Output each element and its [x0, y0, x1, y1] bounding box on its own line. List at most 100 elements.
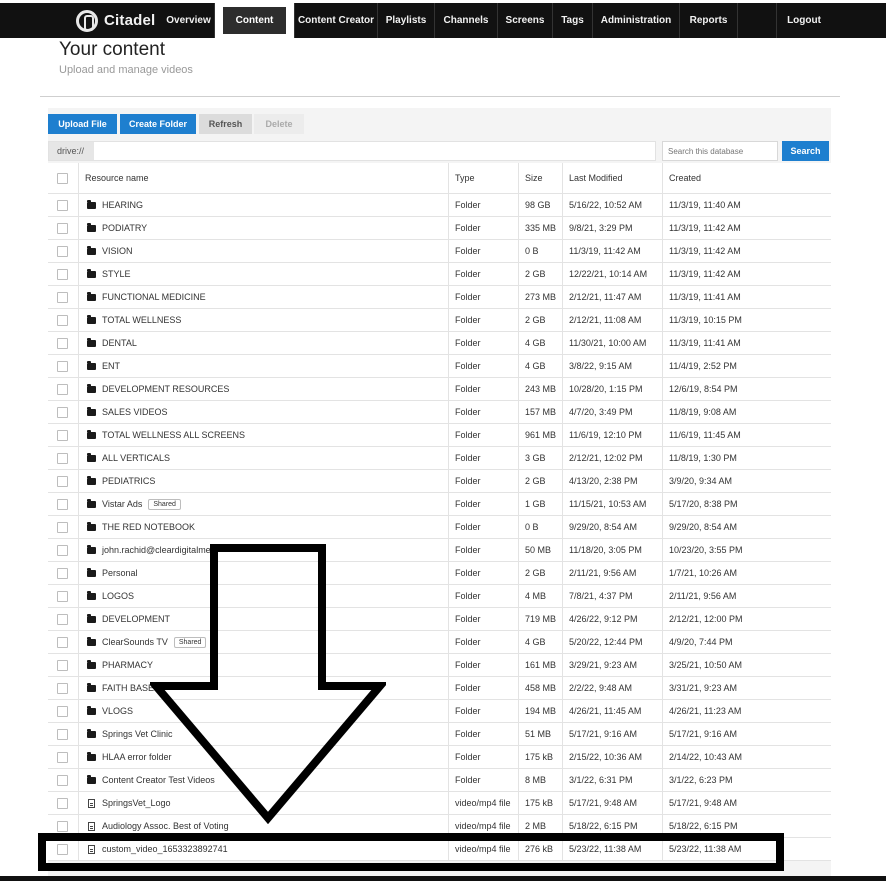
resource-name-cell[interactable]: ENT	[78, 355, 448, 377]
table-row[interactable]: SALES VIDEOS Folder 157 MB 4/7/20, 3:49 PM 1…	[48, 401, 831, 424]
table-row[interactable]: ALL VERTICALS Folder 3 GB 2/12/21, 12:02 PM…	[48, 447, 831, 470]
column-header-size[interactable]: Size	[518, 163, 563, 193]
table-row[interactable]: VISION Folder 0 B 11/3/19, 11:42 AM 11/3/19,…	[48, 240, 831, 263]
row-checkbox[interactable]	[56, 268, 68, 280]
row-checkbox[interactable]	[56, 659, 68, 671]
resource-name-cell[interactable]: DENTAL	[78, 332, 448, 354]
resource-name[interactable]: VISION	[102, 246, 133, 256]
nav-content-creator[interactable]: Content Creator	[295, 3, 378, 38]
table-row[interactable]: STYLE Folder 2 GB 12/22/21, 10:14 AM 11/3/19…	[48, 263, 831, 286]
row-checkbox[interactable]	[56, 314, 68, 326]
row-checkbox[interactable]	[56, 452, 68, 464]
resource-name[interactable]: ALL VERTICALS	[102, 453, 170, 463]
nav-tags[interactable]: Tags	[553, 3, 593, 38]
row-checkbox[interactable]	[56, 544, 68, 556]
table-row[interactable]: PODIATRY Folder 335 MB 9/8/21, 3:29 PM 11/3/…	[48, 217, 831, 240]
resource-name[interactable]: PODIATRY	[102, 223, 147, 233]
resource-name[interactable]: HEARING	[102, 200, 143, 210]
resource-name[interactable]: ENT	[102, 361, 120, 371]
resource-name[interactable]: DENTAL	[102, 338, 137, 348]
resource-name-cell[interactable]: FUNCTIONAL MEDICINE	[78, 286, 448, 308]
search-button[interactable]: Search	[782, 141, 829, 161]
nav-channels[interactable]: Channels	[435, 3, 498, 38]
row-checkbox[interactable]	[56, 590, 68, 602]
column-header-name[interactable]: Resource name	[78, 163, 448, 193]
create-folder-button[interactable]: Create Folder	[120, 114, 196, 134]
nav-screens[interactable]: Screens	[498, 3, 553, 38]
resource-name-cell[interactable]: TOTAL WELLNESS	[78, 309, 448, 331]
table-row[interactable]: TOTAL WELLNESS ALL SCREENS Folder 961 MB 11…	[48, 424, 831, 447]
column-header-type[interactable]: Type	[448, 163, 518, 193]
resource-name[interactable]: STYLE	[102, 269, 131, 279]
row-checkbox[interactable]	[56, 636, 68, 648]
table-row[interactable]: Vistar Ads Shared Folder 1 GB 11/15/21, 10:5…	[48, 493, 831, 516]
resource-name-cell[interactable]: VISION	[78, 240, 448, 262]
nav-content[interactable]: Content	[215, 3, 295, 38]
nav-overview[interactable]: Overview	[163, 3, 215, 38]
select-all-checkbox[interactable]	[56, 172, 68, 184]
resource-name[interactable]: PEDIATRICS	[102, 476, 155, 486]
resource-name[interactable]: VLOGS	[102, 706, 133, 716]
table-row[interactable]: DENTAL Folder 4 GB 11/30/21, 10:00 AM 11/3/1…	[48, 332, 831, 355]
resource-name-cell[interactable]: DEVELOPMENT RESOURCES	[78, 378, 448, 400]
row-checkbox[interactable]	[56, 337, 68, 349]
row-checkbox[interactable]	[56, 406, 68, 418]
row-checkbox[interactable]	[56, 705, 68, 717]
resource-name[interactable]: TOTAL WELLNESS ALL SCREENS	[102, 430, 245, 440]
table-row[interactable]: PEDIATRICS Folder 2 GB 4/13/20, 2:38 PM 3/9/…	[48, 470, 831, 493]
search-input[interactable]	[662, 141, 778, 161]
column-header-created[interactable]: Created	[662, 163, 831, 193]
row-checkbox[interactable]	[56, 682, 68, 694]
refresh-button[interactable]: Refresh	[199, 114, 252, 134]
row-checkbox[interactable]	[56, 751, 68, 763]
resource-name[interactable]: DEVELOPMENT RESOURCES	[102, 384, 229, 394]
resource-name[interactable]: SALES VIDEOS	[102, 407, 168, 417]
path-bar[interactable]: drive://	[48, 141, 656, 161]
resource-name[interactable]: Vistar Ads	[102, 499, 142, 509]
nav-playlists[interactable]: Playlists	[378, 3, 435, 38]
table-row[interactable]: FUNCTIONAL MEDICINE Folder 273 MB 2/12/21, …	[48, 286, 831, 309]
row-checkbox[interactable]	[56, 245, 68, 257]
upload-file-button[interactable]: Upload File	[48, 114, 117, 134]
row-checkbox[interactable]	[56, 521, 68, 533]
resource-name-cell[interactable]: TOTAL WELLNESS ALL SCREENS	[78, 424, 448, 446]
row-checkbox[interactable]	[56, 222, 68, 234]
row-checkbox[interactable]	[56, 567, 68, 579]
column-header-modified[interactable]: Last Modified	[562, 163, 662, 193]
row-checkbox[interactable]	[56, 613, 68, 625]
resource-name-cell[interactable]: STYLE	[78, 263, 448, 285]
resource-name[interactable]: FUNCTIONAL MEDICINE	[102, 292, 206, 302]
resource-name-cell[interactable]: PEDIATRICS	[78, 470, 448, 492]
row-checkbox[interactable]	[56, 199, 68, 211]
row-checkbox[interactable]	[56, 475, 68, 487]
resource-name[interactable]: Personal	[102, 568, 138, 578]
row-checkbox[interactable]	[56, 383, 68, 395]
row-checkbox[interactable]	[56, 360, 68, 372]
resource-name[interactable]: PHARMACY	[102, 660, 153, 670]
row-checkbox[interactable]	[56, 429, 68, 441]
table-row[interactable]: ENT Folder 4 GB 3/8/22, 9:15 AM 11/4/19, 2:5…	[48, 355, 831, 378]
table-row[interactable]: THE RED NOTEBOOK Folder 0 B 9/29/20, 8:54 A…	[48, 516, 831, 539]
row-checkbox[interactable]	[56, 820, 68, 832]
row-checkbox[interactable]	[56, 291, 68, 303]
row-checkbox[interactable]	[56, 797, 68, 809]
nav-reports[interactable]: Reports	[680, 3, 738, 38]
row-checkbox[interactable]	[56, 774, 68, 786]
table-row[interactable]: HEARING Folder 98 GB 5/16/22, 10:52 AM 11/3/…	[48, 194, 831, 217]
resource-name-cell[interactable]: SALES VIDEOS	[78, 401, 448, 423]
resource-name-cell[interactable]: HEARING	[78, 194, 448, 216]
table-row[interactable]: DEVELOPMENT RESOURCES Folder 243 MB 10/28/2…	[48, 378, 831, 401]
resource-name[interactable]: THE RED NOTEBOOK	[102, 522, 195, 532]
resource-name-cell[interactable]: THE RED NOTEBOOK	[78, 516, 448, 538]
table-row[interactable]: TOTAL WELLNESS Folder 2 GB 2/12/21, 11:08 A…	[48, 309, 831, 332]
nav-administration[interactable]: Administration	[593, 3, 680, 38]
resource-name-cell[interactable]: Vistar Ads Shared	[78, 493, 448, 515]
resource-name-cell[interactable]: PODIATRY	[78, 217, 448, 239]
brand-logo[interactable]: Citadel	[0, 3, 163, 38]
row-checkbox[interactable]	[56, 728, 68, 740]
resource-name[interactable]: TOTAL WELLNESS	[102, 315, 181, 325]
delete-button[interactable]: Delete	[254, 114, 304, 134]
row-checkbox[interactable]	[56, 498, 68, 510]
resource-name[interactable]: LOGOS	[102, 591, 134, 601]
resource-name-cell[interactable]: ALL VERTICALS	[78, 447, 448, 469]
